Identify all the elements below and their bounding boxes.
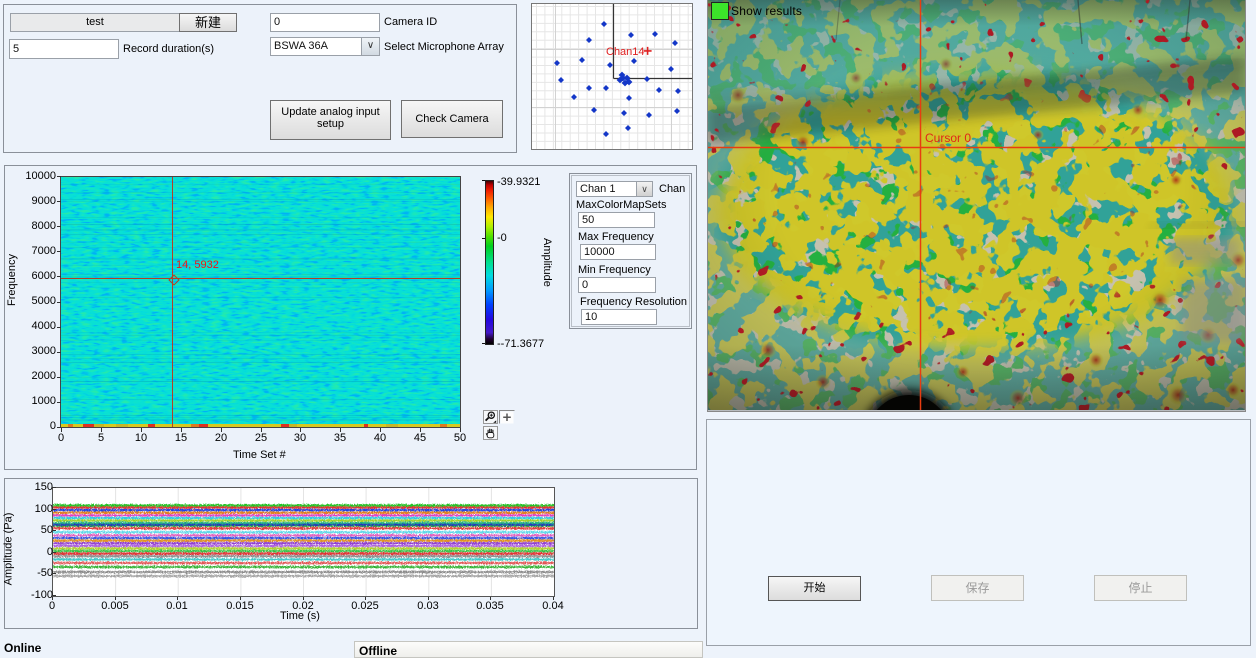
svg-text:Cursor 0: Cursor 0 (925, 131, 971, 145)
svg-text:Chan14: Chan14 (606, 46, 645, 58)
